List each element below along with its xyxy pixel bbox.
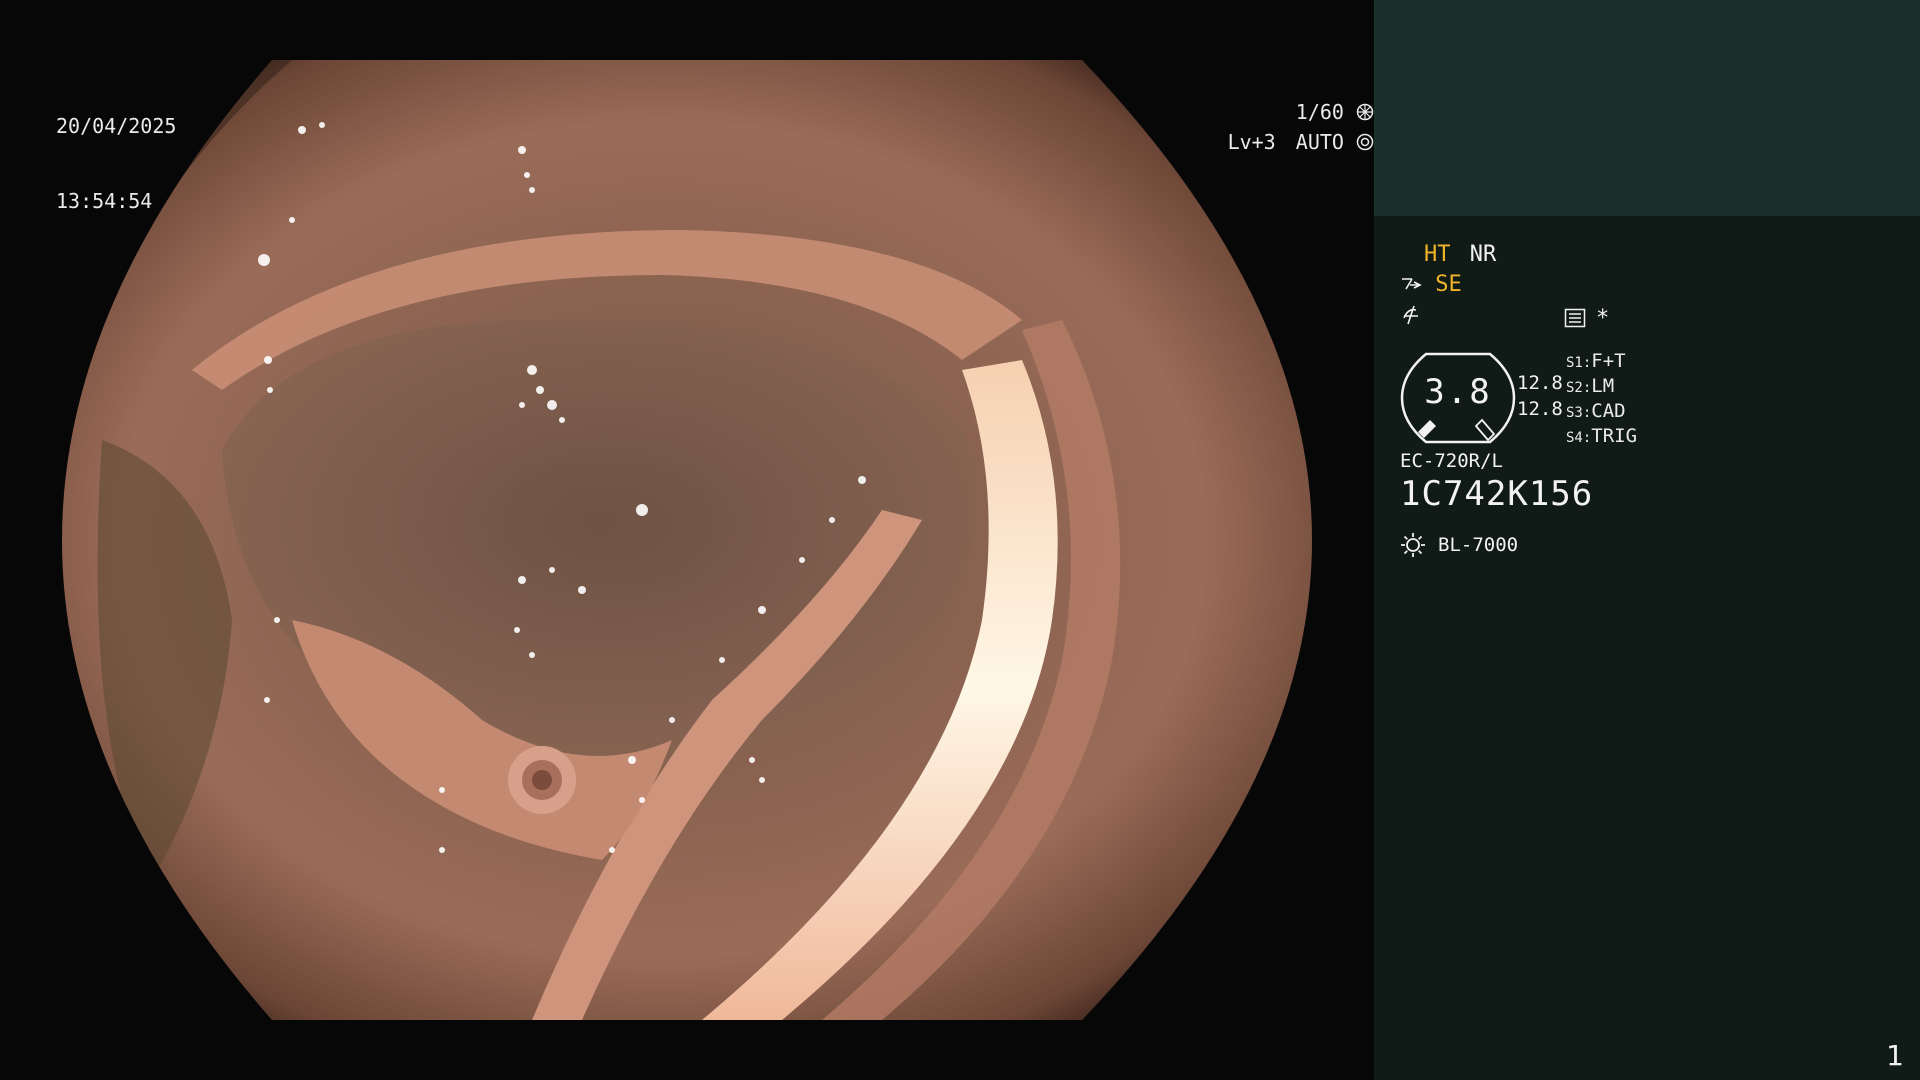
- page-number: 1: [1886, 1039, 1904, 1072]
- scope-model-label: EC-720R/L: [1400, 450, 1503, 472]
- nr-label: NR: [1469, 242, 1497, 267]
- exposure-overlay: 1/60 Lv+3 AUTO: [54, 98, 1374, 158]
- shutter-label: 1/60: [1295, 100, 1344, 124]
- se-label: SE: [1435, 272, 1462, 297]
- gauge-value: 3.8: [1424, 372, 1492, 412]
- mode-label: AUTO: [1295, 130, 1344, 154]
- endoscope-image: [62, 60, 1312, 1020]
- level-label: Lv+3: [1227, 130, 1276, 154]
- light-source-label: BL-7000: [1438, 534, 1519, 556]
- switch-item: S4:TRIG: [1566, 425, 1638, 447]
- time-label: 13:54:54: [56, 189, 153, 213]
- menu-icon: [1564, 308, 1586, 332]
- auto-iris-icon: [1356, 130, 1374, 158]
- shutter-row: 1/60: [54, 98, 1374, 128]
- ht-label: HT: [1424, 242, 1451, 267]
- serial-number: 1C742K156: [1400, 474, 1594, 514]
- switch-item: S3:CAD: [1566, 400, 1626, 422]
- switch-item: S2:LM: [1566, 375, 1615, 397]
- level-row: Lv+3 AUTO: [54, 128, 1374, 158]
- endoscope-video-area: 20/04/2025 13:54:54 1/60 Lv+3 AUTO: [0, 0, 1374, 1080]
- readout-1: 12.8: [1517, 372, 1563, 394]
- asterisk-label: *: [1596, 306, 1610, 331]
- switch-list: S1:F+T S2:LM S3:CAD S4:TRIG: [1566, 350, 1637, 450]
- iris-icon: [1356, 100, 1374, 128]
- zoom-icon: [1400, 304, 1422, 330]
- status-sidebar: HT NR SE * 3.8 12.8 12.8 S1:F+T S2:LM S3…: [1374, 0, 1920, 1080]
- switch-item: S1:F+T: [1566, 350, 1626, 372]
- datetime-overlay: 20/04/2025 13:54:54: [56, 64, 176, 264]
- enhance-row: SE: [1400, 272, 1462, 299]
- sidebar-header-panel: [1374, 0, 1920, 216]
- enhance-icon: [1400, 273, 1422, 299]
- readout-2: 12.8: [1517, 398, 1563, 420]
- light-source-icon: [1400, 532, 1426, 562]
- processing-row: HT NR: [1424, 242, 1496, 267]
